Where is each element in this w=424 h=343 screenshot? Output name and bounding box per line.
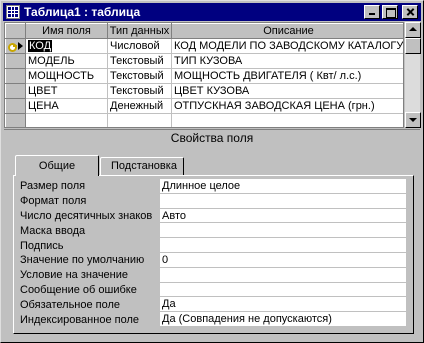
field-description-cell[interactable]: ТИП КУЗОВА [171, 53, 403, 69]
general-properties-panel: Размер поля Длинное целое Формат поля Чис… [13, 175, 414, 334]
tab-lookup[interactable]: Подстановка [100, 157, 184, 176]
property-label: Обязательное поле [20, 298, 121, 311]
property-value-validation-text[interactable] [160, 282, 406, 298]
field-description-cell[interactable]: КОД МОДЕЛИ ПО ЗАВОДСКОМУ КАТАЛОГУ [171, 38, 403, 54]
field-type-cell[interactable]: Текстовый [107, 53, 172, 69]
maximize-button[interactable] [382, 5, 398, 19]
field-grid: Имя поля Тип данных Описание КОД Числово… [4, 22, 404, 128]
row-selector[interactable] [5, 98, 26, 114]
row-selector[interactable] [5, 83, 26, 99]
property-label: Условие на значение [20, 269, 129, 282]
property-row-required: Обязательное поле Да [18, 297, 406, 313]
scroll-up-arrow-icon[interactable] [405, 22, 421, 38]
window-title: Таблица1 : таблица [24, 5, 141, 19]
field-type-cell[interactable]: Текстовый [107, 68, 172, 84]
property-row-default-value: Значение по умолчанию 0 [18, 252, 406, 268]
property-label: Число десятичных знаков [20, 209, 153, 222]
property-label: Размер поля [20, 180, 86, 193]
field-name-cell[interactable]: МОЩНОСТЬ [25, 68, 108, 84]
field-row[interactable]: ЦВЕТ Текстовый ЦВЕТ КУЗОВА [5, 83, 403, 99]
property-value-default-value[interactable]: 0 [160, 252, 406, 268]
minimize-button[interactable] [364, 5, 380, 19]
property-row-field-size: Размер поля Длинное целое [18, 179, 406, 194]
property-row-indexed: Индексированное поле Да (Совпадения не до… [18, 312, 406, 327]
table-icon[interactable] [6, 5, 20, 19]
properties-tabs: Общие Подстановка [15, 155, 184, 176]
property-row-format: Формат поля [18, 193, 406, 209]
current-row-arrow-icon [18, 42, 23, 50]
property-grid: Размер поля Длинное целое Формат поля Чис… [18, 179, 406, 327]
row-selector[interactable] [5, 68, 26, 84]
field-name-cell[interactable]: ЦЕНА [25, 98, 108, 114]
field-name-cell[interactable]: КОД [25, 38, 108, 54]
table-design-window: Таблица1 : таблица Имя поля Тип данных О… [0, 0, 424, 343]
property-value-indexed[interactable]: Да (Совпадения не допускаются) [160, 312, 406, 327]
field-description-cell[interactable] [171, 113, 403, 127]
field-row[interactable]: МОДЕЛЬ Текстовый ТИП КУЗОВА [5, 53, 403, 69]
row-selector[interactable] [5, 53, 26, 69]
field-name-cell[interactable] [25, 113, 108, 127]
field-properties-header: Свойства поля [4, 129, 420, 146]
field-row[interactable]: ЦЕНА Денежный ОТПУСКНАЯ ЗАВОДСКАЯ ЦЕНА (… [5, 98, 403, 114]
field-description-cell[interactable]: ЦВЕТ КУЗОВА [171, 83, 403, 99]
property-value-format[interactable] [160, 193, 406, 209]
field-name-cell[interactable]: МОДЕЛЬ [25, 53, 108, 69]
property-row-input-mask: Маска ввода [18, 223, 406, 239]
property-value-caption[interactable] [160, 238, 406, 253]
close-button[interactable] [402, 5, 418, 19]
property-value-field-size[interactable]: Длинное целое [160, 179, 406, 194]
field-type-cell[interactable]: Денежный [107, 98, 172, 114]
tab-general[interactable]: Общие [15, 155, 99, 176]
property-label: Формат поля [20, 195, 87, 208]
property-value-required[interactable]: Да [160, 297, 406, 313]
property-value-input-mask[interactable] [160, 223, 406, 239]
field-type-cell[interactable] [107, 113, 172, 127]
property-row-caption: Подпись [18, 238, 406, 253]
row-selector-header[interactable] [5, 23, 26, 39]
property-label: Сообщение об ошибке [20, 283, 137, 296]
property-label: Значение по умолчанию [20, 254, 145, 267]
property-row-decimal-places: Число десятичных знаков Авто [18, 208, 406, 224]
empty-field-row[interactable] [5, 113, 403, 127]
property-value-validation-rule[interactable] [160, 267, 406, 283]
row-selector[interactable] [5, 113, 26, 127]
field-description-cell[interactable]: МОЩНОСТЬ ДВИГАТЕЛЯ ( Квт/ л.с.) [171, 68, 403, 84]
field-name-cell[interactable]: ЦВЕТ [25, 83, 108, 99]
grid-vertical-scrollbar[interactable] [404, 22, 421, 128]
scroll-down-arrow-icon[interactable] [405, 112, 421, 128]
column-header-data-type[interactable]: Тип данных [107, 23, 172, 39]
field-row[interactable]: МОЩНОСТЬ Текстовый МОЩНОСТЬ ДВИГАТЕЛЯ ( … [5, 68, 403, 84]
column-header-field-name[interactable]: Имя поля [25, 23, 108, 39]
property-row-validation-rule: Условие на значение [18, 267, 406, 283]
field-type-cell[interactable]: Числовой [107, 38, 172, 54]
field-description-cell[interactable]: ОТПУСКНАЯ ЗАВОДСКАЯ ЦЕНА (грн.) [171, 98, 403, 114]
scroll-thumb[interactable] [405, 38, 421, 54]
field-type-cell[interactable]: Текстовый [107, 83, 172, 99]
title-bar[interactable]: Таблица1 : таблица [3, 3, 421, 21]
column-header-description[interactable]: Описание [171, 23, 403, 39]
property-label: Подпись [20, 239, 64, 252]
property-label: Маска ввода [20, 224, 86, 237]
field-row[interactable]: КОД Числовой КОД МОДЕЛИ ПО ЗАВОДСКОМУ КА… [5, 38, 403, 54]
property-row-validation-text: Сообщение об ошибке [18, 282, 406, 298]
property-value-decimal-places[interactable]: Авто [160, 208, 406, 224]
property-label: Индексированное поле [20, 313, 139, 326]
row-selector[interactable] [5, 38, 26, 54]
primary-key-icon [8, 42, 17, 52]
property-panel-edge [406, 179, 411, 327]
